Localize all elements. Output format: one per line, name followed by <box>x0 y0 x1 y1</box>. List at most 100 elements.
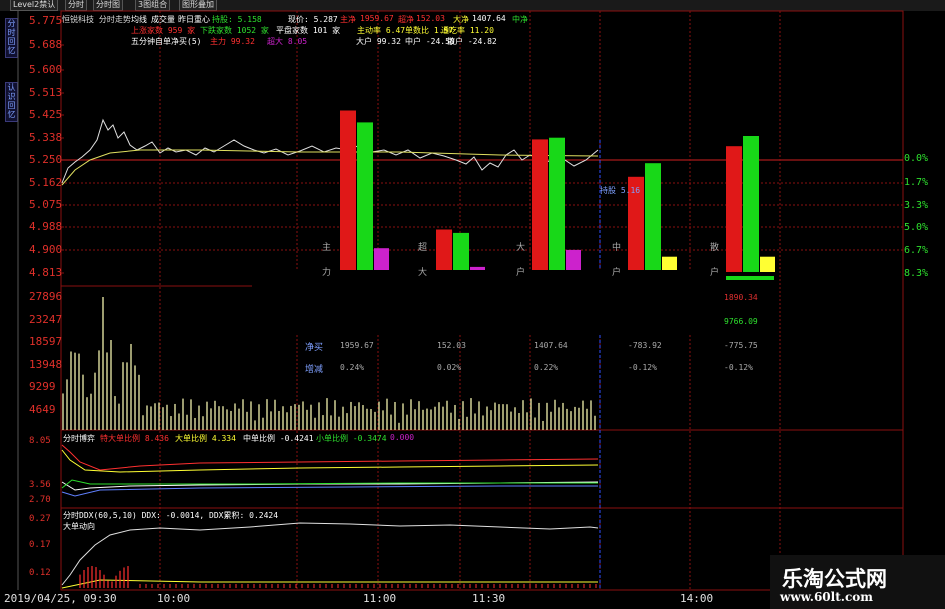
ind1-big: 特大单比例 8.436 <box>100 434 169 443</box>
ind1-tick: 2.70 <box>29 495 51 505</box>
volume-tick: 9299 <box>29 380 56 393</box>
ind1-tick: 3.56 <box>29 480 51 490</box>
x-tick: 14:00 <box>680 592 714 605</box>
super-net-value: 152.03 <box>416 14 445 23</box>
price-tick: 4.900 <box>29 243 63 256</box>
watermark-url: www.60lt.com <box>780 590 873 604</box>
ind1-blue-line <box>61 485 598 497</box>
price-tick: 5.162 <box>29 176 63 189</box>
inc-value: -0.12% <box>724 363 753 372</box>
redaction-block <box>252 270 694 334</box>
bar-label-super: 超 <box>418 243 428 253</box>
bar-label-big-2: 户 <box>516 268 526 278</box>
bar-label-main-2: 力 <box>322 268 332 278</box>
inc-value: 0.24% <box>340 363 365 372</box>
right-value-green: 9766.09 <box>724 317 758 326</box>
big-net-value: 1407.64 <box>472 14 506 23</box>
five-min-super: 超大 8.05 <box>267 37 308 46</box>
pct-tick: 6.7% <box>904 245 929 256</box>
bar-label-main: 主 <box>322 243 332 253</box>
bar-red <box>726 146 742 272</box>
net-value: 1959.67 <box>340 341 374 350</box>
price-tick: 5.425 <box>29 108 63 121</box>
bar-green <box>645 163 661 272</box>
volume-tick: 27896 <box>29 290 63 303</box>
position-label: 持股: 5.158 <box>212 15 262 24</box>
ind1-tick: 8.05 <box>29 436 51 446</box>
pass-rate: 通吃率 11.20 <box>441 26 494 35</box>
main-net-value: 1959.67 <box>360 14 394 23</box>
ind2-sub: 大单动向 <box>63 522 95 531</box>
net-row-label: 净买 <box>305 343 324 353</box>
five-min-main: 主力 99.32 <box>210 37 255 46</box>
price-tick: 5.075 <box>29 198 63 211</box>
up-count: 上涨家数 959 家 <box>131 26 196 35</box>
five-min-retail: 散户 -24.82 <box>447 37 497 46</box>
pct-tick: 3.3% <box>904 200 929 211</box>
bar-label-mid: 中 <box>612 243 622 253</box>
big-net-label: 大净 <box>453 15 469 24</box>
active-rate: 主动率 6.47 <box>357 26 406 35</box>
watermark-cn: 乐淘公式网 <box>782 567 887 591</box>
price-tick: 5.775 <box>29 14 63 27</box>
x-tick: 11:30 <box>472 592 506 605</box>
x-tick: 11:00 <box>363 592 397 605</box>
price-tick: 5.600 <box>29 63 63 76</box>
bar-green <box>549 137 565 272</box>
volume-tick: 23247 <box>29 313 63 326</box>
net-value: 1407.64 <box>534 341 568 350</box>
ind1-yellow-line <box>61 449 599 473</box>
bar-magenta <box>374 248 389 272</box>
bar-label-super-2: 大 <box>418 268 428 278</box>
stock-terminal: Level2禁认 分时 分时图 3图组合 图形叠加 分时回忆 认识回忆 恒锐科技… <box>0 0 945 609</box>
five-min-big: 大户 99.32 <box>356 37 401 46</box>
ind2-title: 分时DDX(60,5,10) DDX: -0.0014, DDX累积: 0.24… <box>63 511 279 520</box>
volume-tick: 13948 <box>29 358 63 371</box>
bar-label-retail-2: 户 <box>710 268 720 278</box>
bar-green <box>453 232 469 272</box>
pct-tick: 1.7% <box>904 177 929 188</box>
ind1-mid: 中单比例 -0.4241 <box>243 434 314 443</box>
bar-magenta <box>566 249 581 272</box>
bar-green-underline <box>726 276 774 280</box>
price-tick: 5.338 <box>29 131 63 144</box>
avg-line <box>61 149 599 186</box>
bar-label-mid-2: 户 <box>612 268 622 278</box>
volume-tick: 18597 <box>29 335 63 348</box>
right-value-red: 1890.34 <box>724 293 758 302</box>
bar-yellow <box>662 256 677 272</box>
ind2-ddx-line <box>61 522 599 586</box>
pct-tick: 5.0% <box>904 222 929 233</box>
ind2-tick: 0.17 <box>29 540 51 550</box>
price-tick: 5.250 <box>29 153 63 166</box>
price-line <box>61 118 599 184</box>
ind1-small: 小单比例 -0.3474 <box>316 434 387 443</box>
bar-red <box>340 110 356 272</box>
bar-label-retail: 散 <box>710 243 720 253</box>
bar-green <box>743 136 759 272</box>
bar-label-big: 大 <box>516 243 526 253</box>
super-net-label: 超净 <box>398 15 414 24</box>
main-net-label: 主净 <box>340 15 356 24</box>
pct-tick: 0.0% <box>904 153 929 164</box>
avg-line-label: 均线 <box>131 15 147 24</box>
x-tick: 2019/04/25, 09:30 <box>4 592 117 605</box>
volume-label: 成交量 <box>151 15 175 24</box>
volume-tick: 4649 <box>29 403 56 416</box>
five-min-title: 五分钟自单净买(5) <box>131 37 202 46</box>
bar-yellow <box>760 256 775 272</box>
net-value: 152.03 <box>437 341 466 350</box>
ind1-title: 分时博弈 <box>63 434 95 443</box>
price-tick: 4.813 <box>29 266 63 279</box>
float-label: 持股 5.16 <box>600 186 641 195</box>
pct-tick: 8.3% <box>904 268 929 279</box>
bar-red <box>436 229 452 272</box>
net-value: -775.75 <box>724 341 758 350</box>
price-tick: 5.688 <box>29 38 63 51</box>
inc-row-label: 增减 <box>305 365 324 375</box>
inc-value: 0.22% <box>534 363 559 372</box>
price-tick: 4.988 <box>29 220 63 233</box>
flat-count: 平盘家数 101 家 <box>276 26 341 35</box>
inc-value: 0.02% <box>437 363 462 372</box>
ind2-tick: 0.27 <box>29 514 51 524</box>
